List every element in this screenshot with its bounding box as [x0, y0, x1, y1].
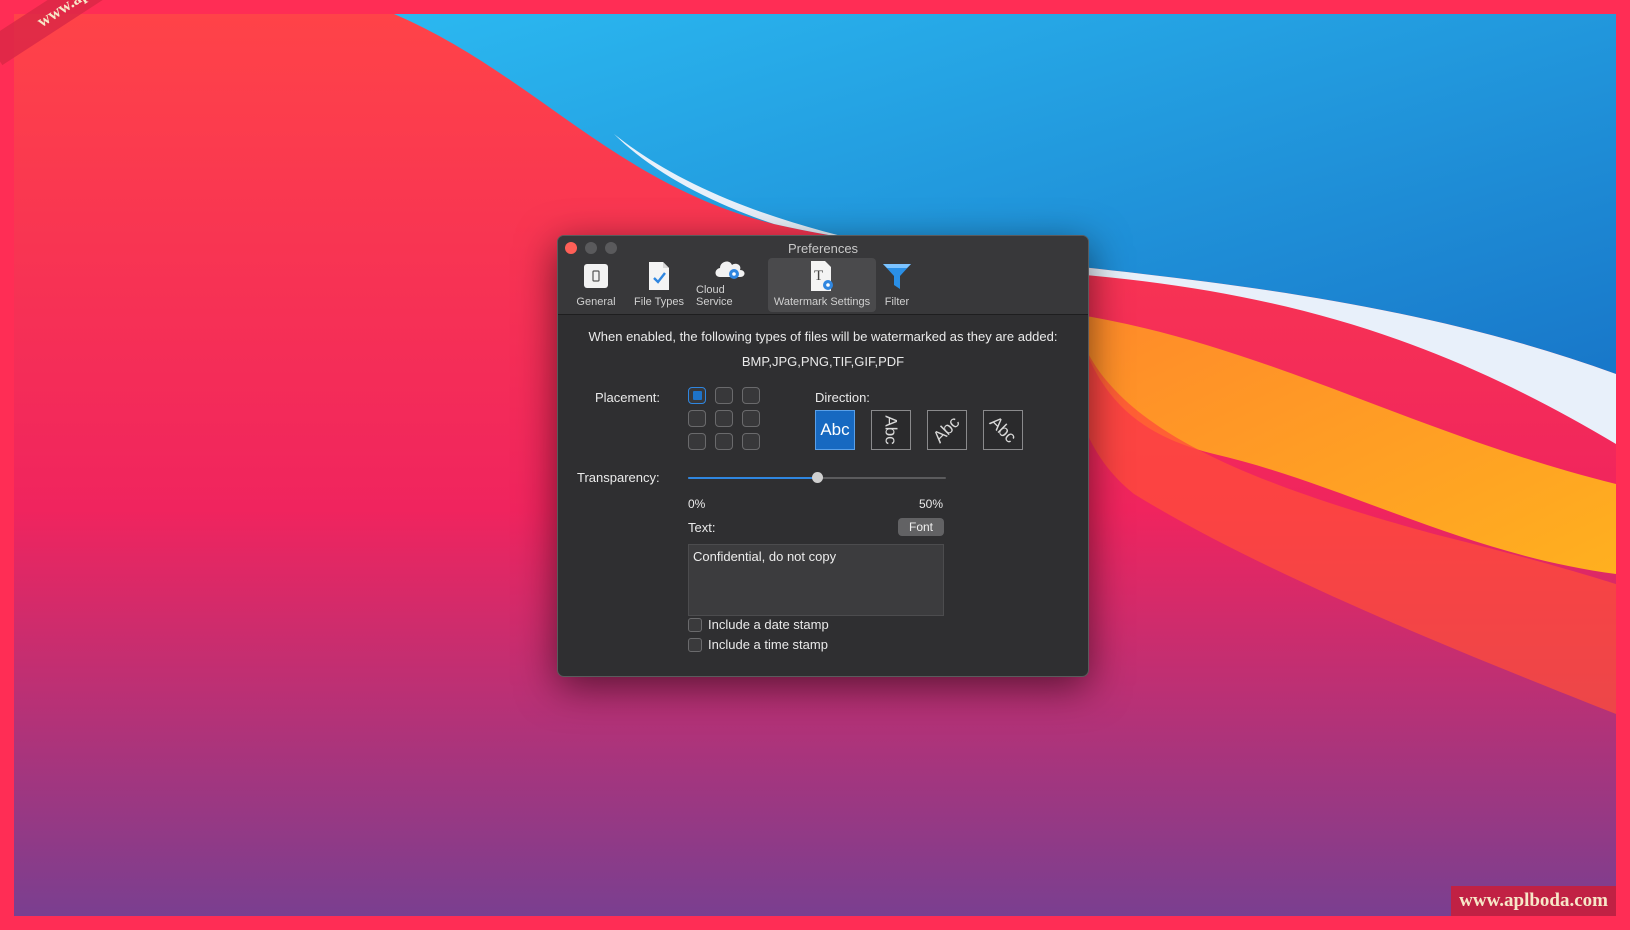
title-bar: Preferences General File Types Cloud Ser… — [558, 236, 1088, 315]
bottom-watermark: www.aplboda.com — [1451, 886, 1616, 916]
placement-middle-left[interactable] — [688, 410, 706, 427]
svg-text:T: T — [814, 268, 823, 284]
placement-grid — [688, 387, 760, 450]
placement-bottom-right[interactable] — [742, 433, 760, 450]
general-icon — [582, 259, 610, 293]
direction-options: Abc Abc Abc Abc — [815, 410, 1023, 450]
date-stamp-checkbox[interactable] — [688, 617, 702, 632]
placement-center[interactable] — [715, 410, 733, 427]
slider-thumb[interactable] — [812, 472, 823, 483]
watermark-settings-pane: When enabled, the following types of fil… — [558, 315, 1088, 675]
tab-cloud-service[interactable]: Cloud Service — [692, 258, 768, 312]
watermark-settings-icon: T — [809, 259, 835, 293]
tab-watermark-settings[interactable]: T Watermark Settings — [768, 258, 876, 312]
placement-bottom-center[interactable] — [715, 433, 733, 450]
intro-text: When enabled, the following types of fil… — [588, 329, 1058, 344]
transparency-slider[interactable] — [688, 472, 946, 484]
placement-top-left[interactable] — [688, 387, 706, 404]
placement-bottom-left[interactable] — [688, 433, 706, 450]
text-label: Text: — [688, 520, 716, 535]
window-title: Preferences — [787, 241, 859, 256]
direction-diagonal-up[interactable]: Abc — [927, 410, 967, 450]
direction-label: Direction: — [815, 390, 870, 405]
slider-fill — [688, 477, 817, 479]
tab-watermark-settings-label: Watermark Settings — [773, 296, 871, 308]
placement-label: Placement: — [595, 390, 661, 405]
tab-cloud-service-label: Cloud Service — [696, 284, 733, 308]
tab-filter[interactable]: Filter — [876, 258, 918, 312]
direction-sample: Abc — [986, 412, 1021, 447]
date-stamp-label: Include a date stamp — [708, 617, 829, 632]
tab-file-types[interactable]: File Types — [626, 258, 692, 312]
filter-icon — [882, 259, 912, 293]
watermark-text-field[interactable] — [688, 544, 944, 616]
preferences-window: Preferences General File Types Cloud Ser… — [557, 235, 1089, 677]
tab-filter-label: Filter — [884, 296, 910, 308]
file-types-icon — [647, 259, 671, 293]
tab-general-label: General — [576, 296, 616, 308]
preferences-toolbar: General File Types Cloud Service T Water… — [566, 258, 918, 312]
cloud-service-icon — [712, 255, 748, 281]
date-stamp-option[interactable]: Include a date stamp — [688, 617, 829, 632]
placement-top-right[interactable] — [742, 387, 760, 404]
direction-sample: Abc — [881, 415, 901, 445]
time-stamp-option[interactable]: Include a time stamp — [688, 637, 828, 652]
placement-top-center[interactable] — [715, 387, 733, 404]
time-stamp-label: Include a time stamp — [708, 637, 828, 652]
direction-sample: Abc — [820, 420, 850, 439]
file-types-list: BMP,JPG,PNG,TIF,GIF,PDF — [741, 354, 905, 369]
tab-general[interactable]: General — [566, 258, 626, 312]
direction-vertical[interactable]: Abc — [871, 410, 911, 450]
time-stamp-checkbox[interactable] — [688, 637, 702, 652]
transparency-label: Transparency: — [577, 470, 660, 485]
direction-sample: Abc — [929, 412, 964, 447]
transparency-max-label: 50% — [919, 497, 944, 511]
font-button[interactable]: Font — [898, 518, 944, 536]
direction-diagonal-down[interactable]: Abc — [983, 410, 1023, 450]
tab-file-types-label: File Types — [634, 296, 684, 308]
placement-middle-right[interactable] — [742, 410, 760, 427]
direction-horizontal[interactable]: Abc — [815, 410, 855, 450]
transparency-min-label: 0% — [688, 497, 706, 511]
